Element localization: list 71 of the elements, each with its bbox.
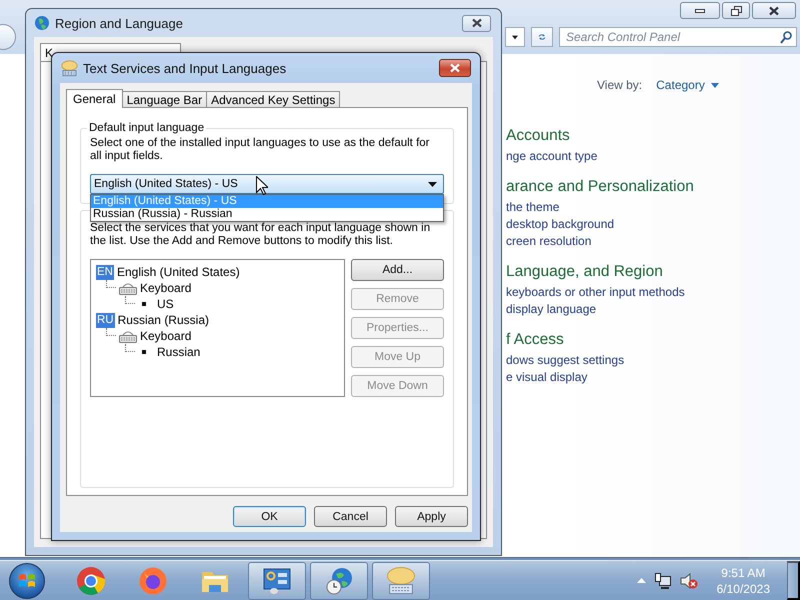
ok-button[interactable]: OK [233,506,306,527]
category-link[interactable]: dows suggest settings [506,352,800,369]
bullet-icon [142,350,146,354]
keyboard-icon [386,566,416,596]
caret-icon [512,34,518,40]
clock-date: 6/10/2023 [716,580,770,596]
language-badge: RU [96,312,115,328]
view-by-label: View by: [597,78,642,92]
description-text: Select one of the installed input languages to use as the default for all input fields. [90,137,430,163]
tree-item[interactable]: US [157,297,174,311]
keyboard-icon [61,60,78,76]
apply-button[interactable]: Apply [395,506,468,527]
action-button[interactable]: Add... [351,259,444,281]
tab[interactable]: Language Bar [122,91,208,107]
window-title: Text Services and Input Languages [83,60,288,76]
taskbar-button[interactable] [248,562,306,600]
category-title[interactable]: Accounts [506,126,800,145]
restore-icon [730,6,742,16]
minimize-button[interactable] [680,2,720,19]
tree-item[interactable]: Keyboard [140,281,192,295]
category-title[interactable]: f Access [506,330,800,349]
tree-item[interactable]: Keyboard [140,329,192,343]
address-dropdown-button[interactable] [505,27,525,47]
refresh-button[interactable] [531,27,553,47]
view-by-dropdown[interactable]: Category [656,78,719,92]
category-link[interactable]: display language [506,301,800,318]
caret-icon [428,182,437,186]
dropdown-option[interactable]: Russian (Russia) - Russian [91,208,443,221]
caret-icon [710,82,719,88]
close-button[interactable] [752,2,796,19]
tree-item[interactable]: Russian [157,345,200,359]
category-link[interactable]: the theme [506,199,800,216]
caret-icon [636,578,646,583]
tab[interactable]: Advanced Key Settings [206,91,340,107]
minimize-icon [695,8,705,12]
taskbar-button[interactable] [310,562,368,600]
category-link[interactable]: nge account type [506,148,800,165]
globe-clock-icon [324,566,354,596]
close-icon[interactable] [768,6,780,16]
category-link[interactable]: creen resolution [506,233,800,250]
speaker-muted-icon[interactable] [680,572,698,588]
category-link[interactable]: desktop background [506,216,800,233]
close-button[interactable] [462,14,491,32]
tree-item[interactable]: English (United States) [116,265,240,279]
close-icon[interactable] [470,18,482,28]
search-icon [780,31,792,44]
search-field[interactable]: Search Control Panel [559,27,797,47]
category-link[interactable]: e visual display [506,369,800,386]
category-title[interactable]: arance and Personalization [506,177,800,196]
tree-item[interactable]: Russian (Russia) [118,313,209,327]
close-button[interactable] [439,59,471,77]
category-title[interactable]: Language, and Region [506,262,800,281]
control-panel-icon [262,566,292,596]
tab[interactable]: General [66,89,123,108]
show-desktop-button[interactable] [787,561,800,600]
browser-icon[interactable] [138,566,168,596]
clock-time: 9:51 AM [721,564,766,580]
restore-button[interactable] [722,2,750,19]
bullet-icon [142,302,146,306]
description-text: Select the services that you want for each input language shown in the list. Use the Add and Remove buttons to modify this list. [90,222,432,248]
group-label: Default input language [88,122,206,134]
language-badge: EN [96,264,114,280]
taskbar-button[interactable] [372,562,430,600]
category-link[interactable]: keyboards or other input methods [506,284,800,301]
cancel-button[interactable]: Cancel [314,506,387,527]
globe-icon [34,15,50,31]
windows-logo-icon [18,572,36,590]
window-title: Region and Language [55,16,184,30]
start-button[interactable] [9,562,45,598]
browser-icon[interactable] [76,566,106,596]
network-icon[interactable] [654,572,671,588]
